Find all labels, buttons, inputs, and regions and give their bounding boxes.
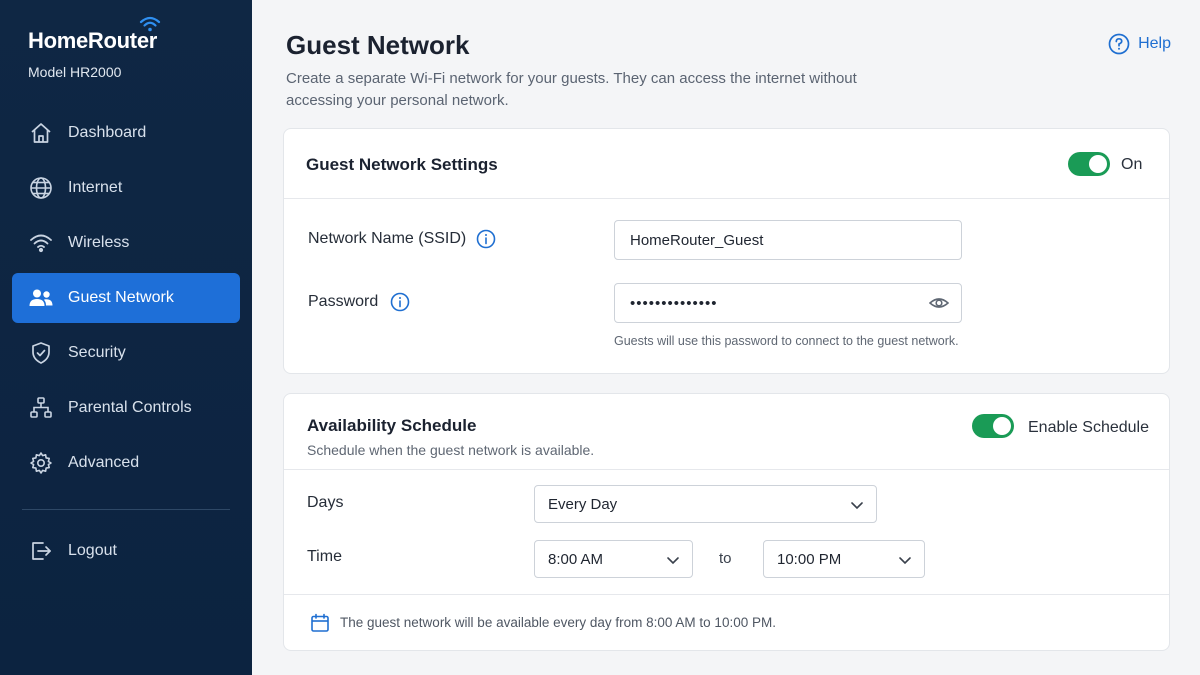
ssid-label-group: Network Name (SSID) (308, 229, 496, 249)
ssid-info-icon[interactable] (476, 229, 496, 249)
card-header: Availability Schedule Schedule when the … (284, 394, 1169, 470)
sidebar-item-security[interactable]: Security (12, 328, 240, 378)
ssid-label: Network Name (SSID) (308, 230, 467, 247)
sidebar-item-wireless[interactable]: Wireless (12, 218, 240, 268)
availability-schedule-card: Availability Schedule Schedule when the … (283, 393, 1170, 651)
help-icon (1108, 33, 1130, 55)
password-label: Password (308, 293, 379, 310)
card-title: Guest Network Settings (306, 155, 498, 174)
days-label-text: Days (307, 494, 344, 511)
wifi-icon (28, 230, 54, 256)
card-subtitle: Schedule when the guest network is avail… (307, 442, 595, 458)
days-select-value: Every Day (548, 495, 618, 513)
sidebar-item-label: Internet (68, 179, 123, 196)
brand-model: Model HR2000 (28, 64, 122, 80)
enable-schedule-toggle[interactable] (972, 414, 1014, 438)
enable-schedule-label: Enable Schedule (1028, 419, 1149, 436)
sidebar-item-label: Logout (68, 542, 117, 559)
calendar-icon (310, 613, 330, 633)
logout-icon (28, 538, 54, 564)
schedule-summary-text: The guest network will be available ever… (340, 615, 776, 630)
sidebar-item-advanced[interactable]: Advanced (12, 438, 240, 488)
sidebar-item-guest-network[interactable]: Guest Network (12, 273, 240, 323)
chevron-down-icon (899, 557, 911, 565)
time-label: Time (307, 548, 342, 566)
chevron-down-icon (667, 557, 679, 565)
guest-network-toggle[interactable] (1068, 152, 1110, 176)
page-description: Create a separate Wi-Fi network for your… (286, 70, 857, 109)
guest-network-toggle-label: On (1121, 156, 1143, 173)
home-icon (28, 120, 54, 146)
sidebar-item-dashboard[interactable]: Dashboard (12, 108, 240, 158)
password-info-icon[interactable] (390, 292, 410, 312)
sidebar-item-parental-controls[interactable]: Parental Controls (12, 383, 240, 433)
shield-icon (28, 340, 54, 366)
users-icon (28, 285, 54, 311)
sidebar-nav: Dashboard Internet Wireless Guest Networ… (12, 108, 240, 493)
page-title: Guest Network (286, 30, 470, 60)
schedule-summary: The guest network will be available ever… (284, 594, 1169, 650)
wifi-logo-icon (139, 16, 161, 32)
sidebar-logout-group: Logout (12, 526, 240, 581)
sidebar-item-label: Parental Controls (68, 399, 192, 416)
card-title: Availability Schedule (307, 416, 477, 435)
to-label: to (719, 550, 732, 567)
sidebar-item-logout[interactable]: Logout (12, 526, 240, 576)
help-link[interactable]: Help (1108, 33, 1171, 55)
ssid-input[interactable]: HomeRouter_Guest (614, 220, 962, 260)
ssid-input-value: HomeRouter_Guest (630, 231, 764, 249)
sidebar-item-label: Guest Network (68, 289, 174, 306)
gear-icon (28, 450, 54, 476)
sidebar-item-label: Wireless (68, 234, 130, 251)
card-header: Guest Network Settings On (284, 129, 1169, 199)
brand: HomeRouter Model HR2000 (28, 16, 161, 80)
sidebar-item-label: Advanced (68, 454, 140, 471)
sidebar-item-label: Dashboard (68, 124, 147, 141)
sidebar-item-internet[interactable]: Internet (12, 163, 240, 213)
guest-network-settings-card: Guest Network Settings On Network Name (… (283, 128, 1170, 374)
globe-icon (28, 175, 54, 201)
start-time-value: 8:00 AM (548, 550, 604, 568)
password-input[interactable]: •••••••••••••• (614, 283, 962, 323)
help-label: Help (1138, 35, 1171, 52)
end-time-select[interactable]: 10:00 PM (763, 540, 925, 578)
show-password-icon[interactable] (928, 294, 950, 316)
password-input-value: •••••••••••••• (630, 294, 718, 312)
days-select[interactable]: Every Day (534, 485, 877, 523)
start-time-select[interactable]: 8:00 AM (534, 540, 693, 578)
time-label-text: Time (307, 548, 342, 565)
hierarchy-icon (28, 395, 54, 421)
brand-name: HomeRouter (28, 28, 158, 53)
days-label: Days (307, 494, 343, 512)
password-hint: Guests will use this password to connect… (614, 334, 959, 348)
password-label-group: Password (308, 292, 410, 312)
chevron-down-icon (851, 502, 863, 510)
sidebar-divider (22, 509, 230, 510)
sidebar: HomeRouter Model HR2000 Dashboard Intern… (0, 0, 252, 675)
sidebar-item-label: Security (68, 344, 126, 361)
end-time-value: 10:00 PM (777, 550, 842, 568)
brand-logo: HomeRouter (28, 16, 161, 54)
